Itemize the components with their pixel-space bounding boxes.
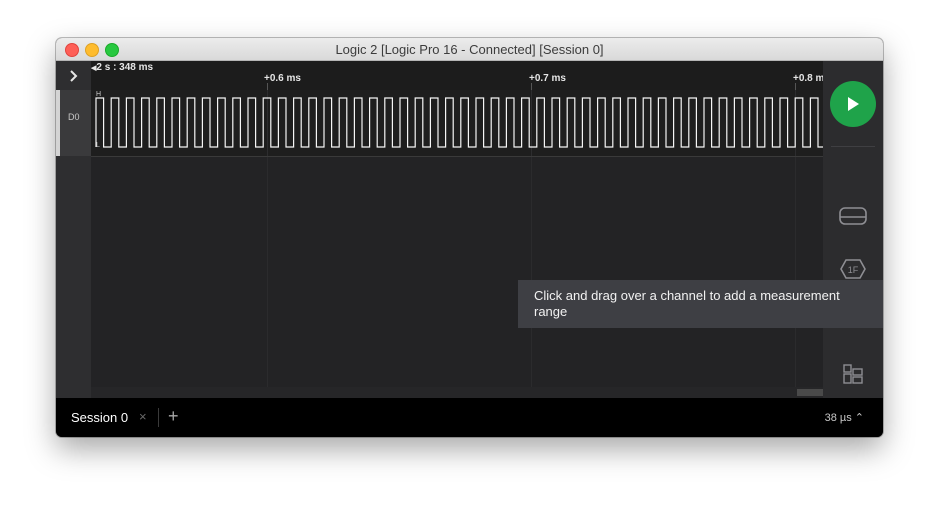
horizontal-scrollbar[interactable]: [91, 387, 823, 398]
title-bar: Logic 2 [Logic Pro 16 - Connected] [Sess…: [56, 38, 883, 61]
grid-line: [795, 157, 796, 387]
extensions-icon: [843, 364, 863, 384]
grid-line: [267, 157, 268, 387]
window-title: Logic 2 [Logic Pro 16 - Connected] [Sess…: [335, 42, 604, 57]
channel-d0-header[interactable]: D0: [56, 90, 91, 156]
waveform-trace: [95, 97, 823, 148]
svg-text:1F: 1F: [848, 265, 859, 275]
time-tick: +0.7 ms: [529, 73, 566, 84]
channel-label: D0: [68, 112, 80, 122]
channel-sidebar: D0: [56, 61, 91, 398]
expand-sidebar-button[interactable]: [56, 61, 91, 90]
tick-mark: [795, 83, 796, 90]
timing-display[interactable]: 38 µs ⌃: [825, 411, 864, 424]
right-toolbar: 1F: [823, 61, 883, 436]
time-ruler[interactable]: ◀2 s : 348 ms +0.6 ms +0.7 ms +0.8 m: [91, 61, 823, 91]
analyzers-button[interactable]: [838, 201, 868, 231]
close-session-icon[interactable]: ×: [139, 409, 147, 424]
time-tick: +0.6 ms: [264, 73, 301, 84]
grid-line: [531, 157, 532, 387]
hex-1f-icon: 1F: [840, 259, 866, 279]
capture-canvas[interactable]: [91, 157, 823, 387]
time-origin: ◀2 s : 348 ms: [91, 62, 154, 73]
add-session-button[interactable]: +: [168, 406, 179, 427]
play-icon: [848, 97, 859, 111]
scrollbar-thumb[interactable]: [797, 389, 823, 396]
extensions-button[interactable]: [838, 359, 868, 389]
tick-mark: [531, 83, 532, 90]
tab-separator: [158, 408, 159, 427]
app-window: Logic 2 [Logic Pro 16 - Connected] [Sess…: [56, 38, 883, 437]
tick-mark: [267, 83, 268, 90]
toolbar-divider: [831, 146, 875, 147]
measurement-tooltip: Click and drag over a channel to add a m…: [518, 280, 883, 328]
analyzers-icon: [839, 207, 867, 225]
channel-d0-waveform[interactable]: H L: [91, 90, 823, 157]
chevron-right-icon: [69, 69, 77, 82]
session-tab[interactable]: Session 0: [71, 410, 128, 425]
start-capture-button[interactable]: [830, 81, 876, 127]
tooltip-text: Click and drag over a channel to add a m…: [534, 288, 840, 319]
time-tick: +0.8 m: [793, 73, 823, 84]
status-bar: Session 0 × + 38 µs ⌃: [56, 398, 883, 437]
